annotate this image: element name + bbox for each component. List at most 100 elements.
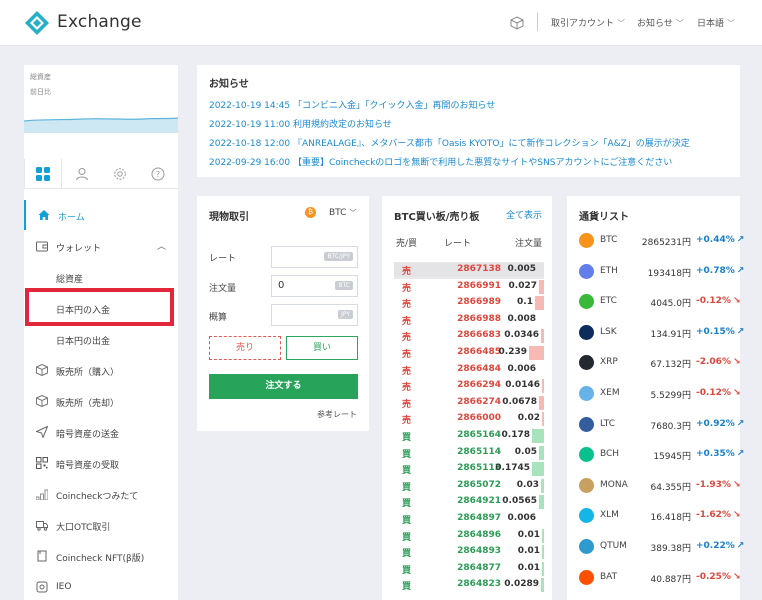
sidebar-item-crypto-receive[interactable]: 暗号資産の受取	[24, 448, 178, 478]
sidebar-item-crypto-send[interactable]: 暗号資産の送金	[24, 417, 178, 447]
xrp-icon	[579, 355, 594, 371]
order-book-row[interactable]: 売 2866294 0.0146	[394, 378, 544, 395]
order-book-row[interactable]: 買 2865114 0.05	[394, 445, 544, 462]
order-book-row[interactable]: 買 2865164 0.178	[394, 428, 544, 445]
order-book-row[interactable]: 売 2866988 0.008	[394, 312, 544, 329]
row-price: 2865164	[457, 430, 501, 440]
order-book-row[interactable]: 買 2864896 0.01	[394, 528, 544, 545]
row-qty: 0.006	[507, 513, 536, 523]
coin-row-lsk[interactable]: LSK 134.91円 +0.15% ↗	[579, 318, 744, 349]
amount-field[interactable]: 0 BTC	[271, 275, 358, 297]
cube-icon[interactable]	[510, 16, 524, 30]
coin-row-eth[interactable]: ETH 193418円 +0.78% ↗	[579, 257, 744, 288]
tab-grid[interactable]	[24, 159, 62, 189]
sidebar-item-otc[interactable]: 大口OTC取引	[24, 510, 178, 540]
trend-down-icon: ↘	[732, 571, 741, 582]
order-book-row[interactable]: 売 2866000 0.02	[394, 411, 544, 428]
coin-symbol: MONA	[600, 479, 628, 490]
lsk-icon	[579, 324, 594, 340]
order-book-row[interactable]: 買 2864897 0.006	[394, 511, 544, 528]
coin-row-xlm[interactable]: XLM 16.418円 -1.62% ↘	[579, 501, 741, 532]
prev-day-label: 前日比	[30, 88, 51, 96]
rate-field[interactable]: BTC/JPY	[271, 246, 358, 268]
row-price: 2865113	[457, 463, 501, 474]
sidebar-item-nft[interactable]: Coincheck NFT(β版)	[24, 541, 178, 571]
chevron-down-icon: ﹀	[675, 19, 684, 28]
row-side: 買	[402, 449, 412, 460]
account-menu[interactable]: 取引アカウント ﹀	[551, 16, 625, 29]
order-book-row[interactable]: 売 2866991 0.027	[394, 279, 544, 296]
sidebar-item-jpy-withdraw[interactable]: 日本円の出金	[24, 324, 178, 354]
depth-bar	[539, 395, 544, 410]
buy-button[interactable]: 買い	[286, 336, 358, 360]
coin-selector[interactable]: BTC ﹀	[329, 208, 356, 218]
coin-row-xrp[interactable]: XRP 67.132円 -2.06% ↘	[579, 348, 741, 379]
coin-price: 2865231円	[641, 238, 691, 248]
coin-row-btc[interactable]: BTC 2865231円 +0.44% ↗	[579, 226, 744, 257]
news-item[interactable]: 2022-10-18 12:00 『ANREALAGE』、メタバース都市「Oas…	[209, 136, 728, 155]
order-book-row[interactable]: 買 2865072 0.03	[394, 478, 544, 495]
order-book-row[interactable]: 買 2864877 0.01	[394, 561, 544, 578]
order-book-row[interactable]: 買 2864823 0.0289	[394, 577, 544, 594]
trend-down-icon: ↘	[732, 296, 741, 307]
sidebar-tabs: ?	[24, 159, 178, 189]
language-menu[interactable]: 日本語 ﹀	[697, 16, 735, 29]
row-price: 2866274	[457, 396, 501, 407]
home-icon	[38, 210, 50, 220]
order-book-row[interactable]: 売 2866683 0.0346	[394, 328, 544, 345]
sidebar-item-store-buy[interactable]: 販売所（購入）	[24, 355, 178, 385]
total-assets-label: 総資産	[30, 73, 51, 81]
spot-trade-panel: 現物取引 ₿ BTC ﹀ レート BTC/JPY 注文量 0 BTC 概算 JPY …	[197, 196, 369, 431]
coin-change: -0.12% ↘	[696, 296, 741, 307]
sidebar-item-home[interactable]: ホーム	[24, 200, 178, 230]
order-book-row[interactable]: 売 2866989 0.1	[394, 295, 544, 312]
sidebar-item-wallet[interactable]: ウォレット ︿	[24, 231, 178, 261]
show-all-link[interactable]: 全て表示	[506, 208, 542, 221]
news-item[interactable]: 2022-09-29 16:00 【重要】Coincheckのロゴを無断で利用し…	[209, 155, 728, 174]
coin-row-xem[interactable]: XEM 5.5299円 -0.12% ↘	[579, 379, 741, 410]
news-item[interactable]: 2022-10-19 11:00 利用規約改定のお知らせ	[209, 117, 728, 136]
coin-price: 64.355円	[650, 482, 692, 493]
order-book-row[interactable]: 売 2866485 0.239	[394, 345, 544, 362]
col-rate: レート	[444, 239, 472, 249]
reference-rate-link[interactable]: 参考レート	[317, 409, 357, 420]
order-book-row[interactable]: 売 2866274 0.0678	[394, 395, 544, 412]
tab-settings[interactable]	[101, 159, 139, 189]
sell-button[interactable]: 売り	[209, 336, 281, 360]
coin-symbol: LTC	[600, 418, 616, 429]
trend-down-icon: ↘	[732, 479, 741, 490]
coin-row-bat[interactable]: BAT 40.887円 -0.25% ↘	[579, 563, 741, 594]
tab-help[interactable]: ?	[139, 159, 177, 189]
coin-change: +0.15% ↗	[696, 326, 745, 337]
order-book-row[interactable]: 買 2864921 0.0565	[394, 494, 544, 511]
coin-symbol: BTC	[600, 235, 618, 245]
order-book-row[interactable]: 売 2867138 0.005	[394, 262, 544, 279]
row-side: 売	[402, 283, 412, 294]
notice-menu[interactable]: お知らせ ﹀	[637, 16, 684, 29]
row-price: 2866485	[457, 347, 501, 357]
sidebar-item-tsumitate[interactable]: Coincheckつみたて	[24, 479, 178, 509]
depth-bar	[532, 462, 544, 477]
order-book-row[interactable]: 買 2864893 0.01	[394, 544, 544, 561]
order-book-row[interactable]: 売 2866484 0.006	[394, 362, 544, 379]
brand-name[interactable]: Exchange	[57, 12, 142, 32]
row-qty: 0.1	[517, 297, 533, 308]
coin-row-etc[interactable]: ETC 4045.0円 -0.12% ↘	[579, 287, 741, 318]
row-side: 売	[402, 350, 412, 360]
coin-row-mona[interactable]: MONA 64.355円 -1.93% ↘	[579, 471, 741, 502]
sidebar-item-store-sell[interactable]: 販売所（売却）	[24, 386, 178, 416]
order-book-row[interactable]: 買 2865113 0.1745	[394, 461, 544, 478]
sidebar-item-ieo[interactable]: IEO	[24, 572, 178, 600]
coin-row-bch[interactable]: BCH 15945円 +0.35% ↗	[579, 440, 744, 471]
coin-symbol: ETC	[600, 296, 617, 307]
place-order-button[interactable]: 注文する	[209, 374, 358, 399]
coin-symbol: QTUM	[600, 541, 627, 551]
coin-price: 134.91円	[650, 329, 692, 340]
estimate-field[interactable]: JPY	[271, 304, 358, 326]
coin-row-ltc[interactable]: LTC 7680.3円 +0.92% ↗	[579, 410, 744, 441]
news-item[interactable]: 2022-10-19 14:45 「コンビニ入金」「クイック入金」再開のお知らせ	[209, 98, 728, 117]
tab-profile[interactable]	[63, 159, 101, 189]
ieo-icon	[36, 581, 48, 593]
coin-row-qtum[interactable]: QTUM 389.38円 +0.22% ↗	[579, 532, 744, 563]
exchange-logo-icon[interactable]	[24, 10, 50, 36]
